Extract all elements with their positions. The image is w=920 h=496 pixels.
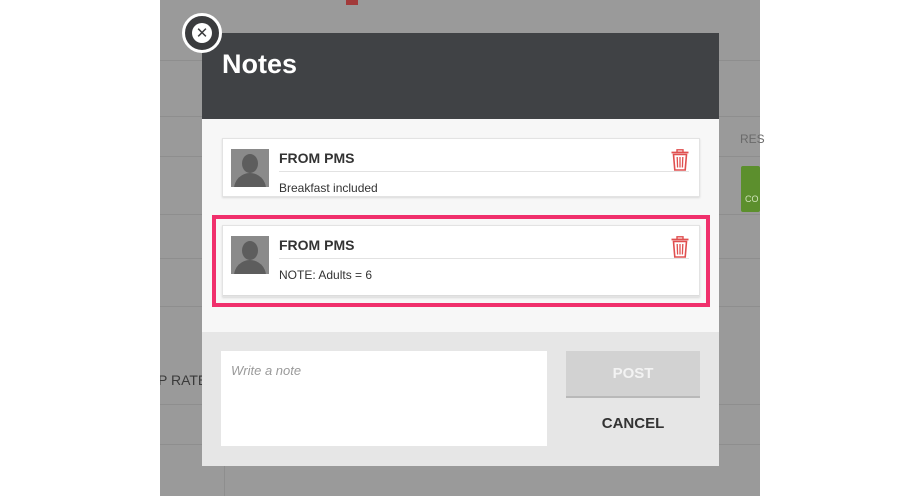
background-green-button [741,166,760,212]
note-author: FROM PMS [279,237,355,253]
note-author: FROM PMS [279,150,355,166]
note-text: NOTE: Adults = 6 [279,268,373,282]
background-rate-label: P RATE [160,372,208,388]
cancel-button[interactable]: CANCEL [566,408,700,438]
modal-header: Notes [202,33,719,119]
post-button[interactable]: POST [566,351,700,398]
note-divider [279,258,689,259]
note-footer-line [223,295,699,296]
note-divider [279,171,689,172]
trash-icon[interactable] [671,149,689,171]
app-window: P RATE RES CO ✕ Notes FROM PMS Breakfast… [0,0,920,496]
close-icon: ✕ [192,23,212,43]
close-button[interactable]: ✕ [182,13,222,53]
note-text: Breakfast included [279,181,378,195]
modal-title: Notes [222,49,298,79]
background-red-marker [346,0,358,5]
background-res-label: RES [740,132,765,146]
note-item: FROM PMS Breakfast included [222,138,700,197]
compose-area: POST CANCEL [202,332,719,466]
note-input[interactable] [221,351,547,446]
background-green-button-label: CO [745,194,759,204]
avatar-icon [231,149,269,187]
note-item-highlighted: FROM PMS NOTE: Adults = 6 [212,215,710,307]
notes-modal: Notes FROM PMS Breakfast included FROM P… [202,33,719,466]
trash-icon[interactable] [671,236,689,258]
avatar-icon [231,236,269,274]
notes-list: FROM PMS Breakfast included FROM PMS NOT… [202,119,719,332]
